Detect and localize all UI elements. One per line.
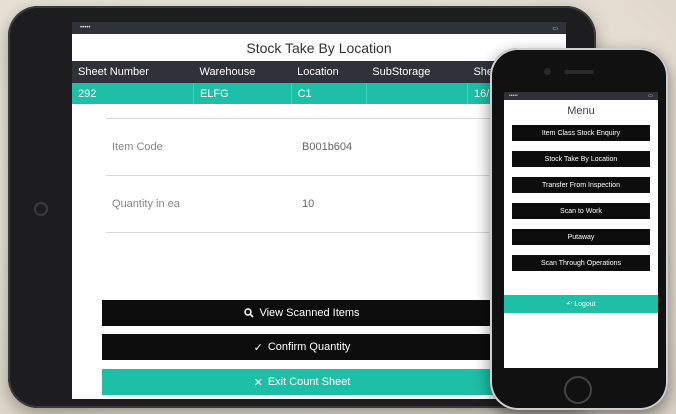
table-cell[interactable]: 292 — [72, 83, 194, 104]
scan-form: Item Code B001b604 Quantity in ea 10 — [106, 118, 532, 233]
phone-device: ••••• ▭ Menu Item Class Stock Enquiry St… — [490, 48, 668, 410]
phone-screen: ••••• ▭ Menu Item Class Stock Enquiry St… — [504, 92, 658, 368]
signal-icon: ••••• — [80, 25, 91, 31]
menu-item-putaway[interactable]: Putaway — [512, 229, 650, 245]
menu-item-item-class-stock-enquiry[interactable]: Item Class Stock Enquiry — [512, 125, 650, 141]
logout-button[interactable]: ↶ Logout — [504, 295, 658, 313]
table-cell[interactable]: C1 — [291, 83, 367, 104]
checkmark-icon: ✓ — [253, 341, 263, 354]
menu-item-scan-to-work[interactable]: Scan to Work — [512, 203, 650, 219]
tablet-home-button — [34, 202, 48, 216]
column-header: Sheet Number — [72, 61, 194, 83]
logout-icon: ↶ — [566, 301, 575, 308]
item-code-row: Item Code B001b604 — [106, 118, 532, 176]
battery-icon: ▭ — [552, 25, 558, 32]
quantity-field[interactable]: 10 — [302, 198, 314, 210]
item-code-field[interactable]: B001b604 — [302, 141, 352, 153]
battery-icon: ▭ — [648, 93, 653, 99]
quantity-row: Quantity in ea 10 — [106, 176, 532, 233]
phone-status-bar: ••••• ▭ — [504, 92, 658, 100]
logout-label: Logout — [574, 300, 596, 308]
view-scanned-items-label: View Scanned Items — [259, 307, 360, 319]
search-icon — [244, 308, 255, 318]
menu-title: Menu — [567, 105, 595, 117]
close-icon: ✕ — [253, 376, 263, 389]
table-cell[interactable]: ELFG — [193, 83, 292, 104]
quantity-label: Quantity in ea — [112, 198, 180, 210]
camera-icon — [544, 68, 551, 75]
exit-count-sheet-label: Exit Count Sheet — [267, 376, 351, 388]
view-scanned-items-button[interactable]: View Scanned Items — [102, 300, 502, 326]
menu-item-stock-take-by-location[interactable]: Stock Take By Location — [512, 151, 650, 167]
page-title: Stock Take By Location — [246, 40, 392, 56]
signal-icon: ••••• — [509, 93, 518, 99]
table-cell[interactable] — [366, 83, 468, 104]
phone-home-button — [564, 376, 592, 404]
speaker-grille — [564, 70, 594, 74]
confirm-quantity-label: Confirm Quantity — [267, 341, 351, 353]
tablet-status-bar: ••••• ▭ — [72, 22, 566, 34]
column-header: Warehouse — [193, 61, 292, 83]
column-header: Location — [291, 61, 367, 83]
confirm-quantity-button[interactable]: ✓ Confirm Quantity — [102, 334, 502, 360]
menu-item-scan-through-operations[interactable]: Scan Through Operations — [512, 255, 650, 271]
menu-item-transfer-from-inspection[interactable]: Transfer From Inspection — [512, 177, 650, 193]
exit-count-sheet-button[interactable]: ✕ Exit Count Sheet — [102, 369, 502, 395]
column-header: SubStorage — [366, 61, 468, 83]
item-code-label: Item Code — [112, 141, 163, 153]
